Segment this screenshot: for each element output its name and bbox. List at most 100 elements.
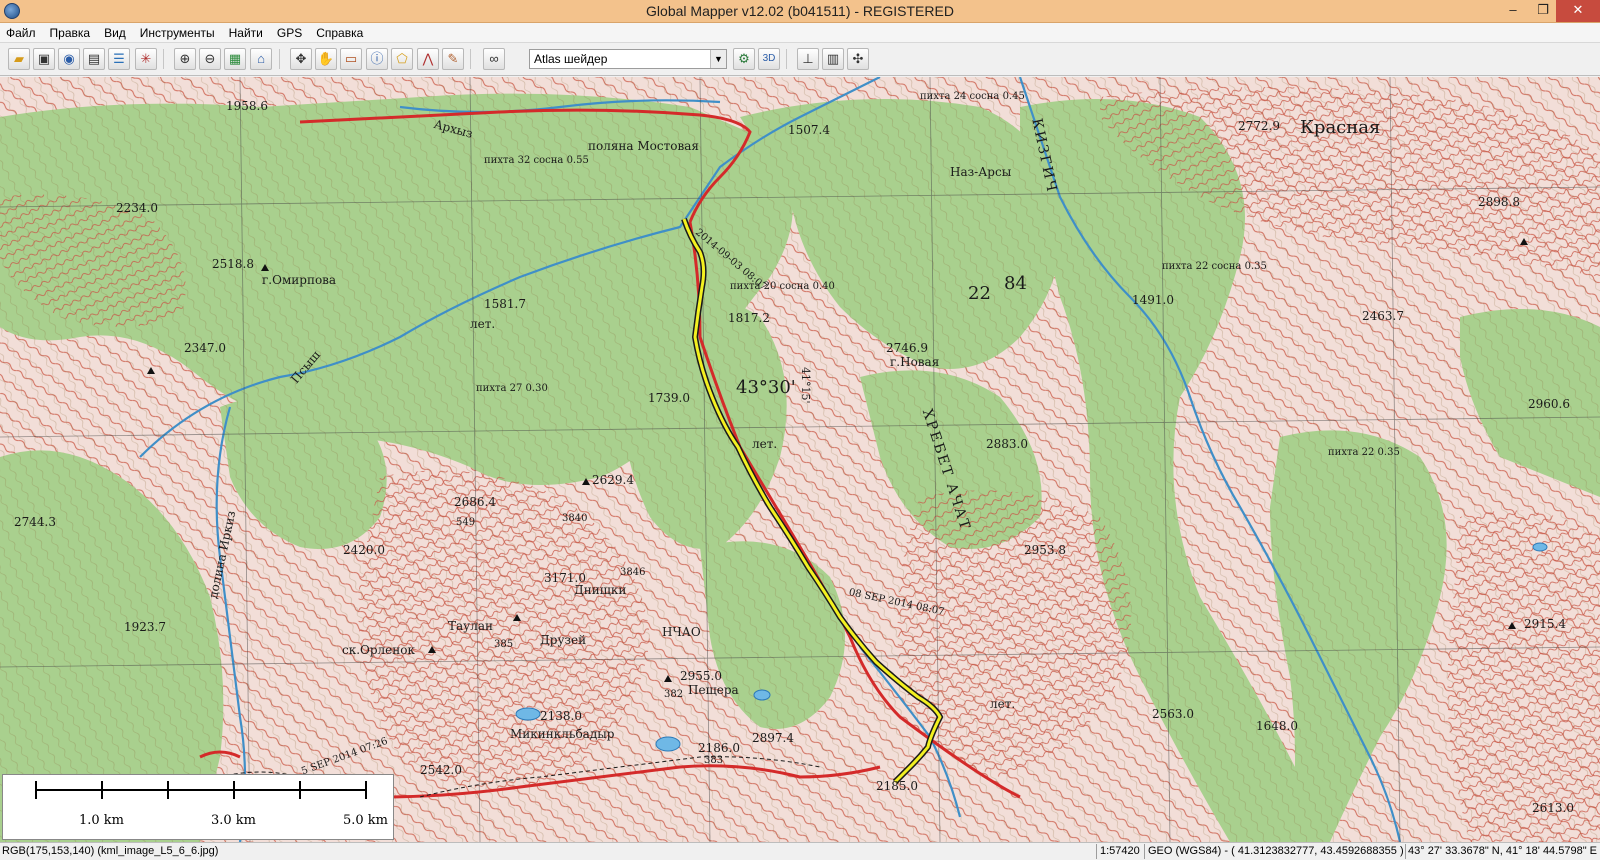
title-bar: Global Mapper v12.02 (b041511) - REGISTE… (0, 0, 1600, 23)
status-bar: RGB(175,153,140) (kml_image_L5_6_6.jpg) … (0, 842, 1600, 860)
shader-settings-icon[interactable]: ⚙ (733, 48, 755, 70)
place-label: г.Новая (890, 355, 940, 369)
summit-label: 2883.0 (986, 437, 1028, 451)
scale-label: 5.0 km (343, 813, 389, 828)
status-divider (1144, 844, 1145, 859)
summit-label: 2234.0 (116, 201, 158, 215)
forest-label: пихта 32 сосна 0.55 (484, 155, 589, 166)
crosshair-icon[interactable]: ✳ (135, 48, 157, 70)
scale-line (35, 789, 365, 791)
place-label: Днищки (574, 583, 627, 597)
scale-label: 1.0 km (79, 813, 125, 828)
place-label: Пещера (688, 683, 739, 697)
hand-icon[interactable]: ✋ (315, 48, 337, 70)
place-label: Таулан (448, 619, 493, 633)
pass-number: 3840 (562, 513, 588, 524)
shader-select[interactable]: Atlas шейдер ▼ (529, 49, 727, 69)
place-label: НЧАО (662, 625, 701, 639)
digitize-icon[interactable]: ⬠ (391, 48, 413, 70)
summit-label: 2185.0 (876, 779, 918, 793)
view-toolbar-icon-2[interactable]: ▥ (822, 48, 844, 70)
summit-label: 2138.0 (540, 709, 582, 723)
zoom-in-icon[interactable]: ⊕ (174, 48, 196, 70)
summit-label: 2563.0 (1152, 707, 1194, 721)
save-icon[interactable]: ▣ (33, 48, 55, 70)
toolbar-separator (163, 49, 164, 69)
summit-label: 2186.0 (698, 741, 740, 755)
forest-label: пихта 22 сосна 0.35 (1162, 261, 1267, 272)
menu-search[interactable]: Найти (229, 26, 263, 40)
chevron-down-icon[interactable]: ▼ (710, 50, 726, 68)
place-label: Красная (1300, 117, 1381, 138)
summit-label: 2463.7 (1362, 309, 1404, 323)
scale-tick (365, 781, 367, 799)
open-folder-icon[interactable]: ▰ (8, 48, 30, 70)
toolbar: ▰ ▣ ◉ ▤ ☰ ✳ ⊕ ⊖ ▦ ⌂ ✥ ✋ ▭ ⓘ ⬠ ⋀ ✎ ∞ Atla… (0, 43, 1600, 76)
path-profile-icon[interactable]: ⋀ (417, 48, 439, 70)
menu-file[interactable]: Файл (6, 26, 36, 40)
minimize-button[interactable]: – (1498, 0, 1528, 22)
status-divider (1405, 844, 1406, 859)
menu-edit[interactable]: Правка (50, 26, 91, 40)
summit-label: 1958.6 (226, 99, 268, 113)
summit-label: 2686.4 (454, 495, 496, 509)
menu-view[interactable]: Вид (104, 26, 126, 40)
binoculars-icon[interactable]: ∞ (483, 48, 505, 70)
place-label: поляна Мостовая (588, 139, 699, 153)
summit-label: 2518.8 (212, 257, 254, 271)
shader-select-value: Atlas шейдер (534, 52, 608, 66)
hut-label: лет. (752, 437, 778, 451)
close-button[interactable]: ✕ (1556, 0, 1600, 22)
pixel-info: RGB(175,153,140) (kml_image_L5_6_6.jpg) (2, 845, 219, 857)
menu-gps[interactable]: GPS (277, 26, 302, 40)
summit-label: 1923.7 (124, 620, 166, 634)
toolbar-separator (279, 49, 280, 69)
map-view[interactable]: 1958.6 2234.0 2518.8 2347.0 2744.3 2420.… (0, 77, 1600, 842)
summit-label: 1817.2 (728, 311, 770, 325)
toolbar-separator (786, 49, 787, 69)
scale-tick (299, 781, 301, 799)
forest-label: пихта 22 0.35 (1328, 447, 1400, 458)
place-label: Наз-Арсы (950, 165, 1012, 179)
summit-label: 2955.0 (680, 669, 722, 683)
toolbar-separator (470, 49, 471, 69)
measure-icon[interactable]: ▭ (340, 48, 362, 70)
maximize-button[interactable]: ❐ (1528, 0, 1558, 22)
summit-label: 2746.9 (886, 341, 928, 355)
menu-tools[interactable]: Инструменты (140, 26, 215, 40)
layers-icon[interactable]: ☰ (108, 48, 130, 70)
topographic-map[interactable] (0, 77, 1600, 842)
pencil-icon[interactable]: ✎ (442, 48, 464, 70)
globe-icon[interactable]: ◉ (58, 48, 80, 70)
status-divider (1096, 844, 1097, 859)
summit-label: 2960.6 (1528, 397, 1570, 411)
scale-label: 3.0 km (211, 813, 257, 828)
pass-number: 3846 (620, 567, 646, 578)
pan-icon[interactable]: ✥ (290, 48, 312, 70)
summit-label: 1739.0 (648, 391, 690, 405)
home-icon[interactable]: ⌂ (250, 48, 272, 70)
dms-coords: 43° 27' 33.3678" N, 41° 18' 44.5798" E (1408, 845, 1598, 857)
zoom-extent-icon[interactable]: ▦ (224, 48, 246, 70)
pass-number: 549 (456, 517, 476, 528)
place-label: г.Омирпова (262, 273, 337, 287)
summit-label: 2772.9 (1238, 119, 1280, 133)
zoom-out-icon[interactable]: ⊖ (199, 48, 221, 70)
pass-number: 385 (494, 639, 514, 650)
hut-label: лет. (470, 317, 496, 331)
window-title: Global Mapper v12.02 (b041511) - REGISTE… (646, 3, 954, 19)
info-icon[interactable]: ⓘ (366, 48, 388, 70)
view-toolbar-icon-3[interactable]: ✣ (847, 48, 869, 70)
3d-view-icon[interactable]: 3D (758, 48, 780, 70)
scale-tick (167, 781, 169, 799)
summit-label: 1491.0 (1132, 293, 1174, 307)
view-toolbar-icon-1[interactable]: ⊥ (797, 48, 819, 70)
summit-label: 1581.7 (484, 297, 526, 311)
summit-label: 2629.4 (592, 473, 634, 487)
hut-label: лет. (990, 697, 1016, 711)
document-icon[interactable]: ▤ (83, 48, 105, 70)
latitude-label: 43°30' (736, 377, 796, 398)
menu-help[interactable]: Справка (316, 26, 363, 40)
scale-tick (233, 781, 235, 799)
summit-label: 2347.0 (184, 341, 226, 355)
